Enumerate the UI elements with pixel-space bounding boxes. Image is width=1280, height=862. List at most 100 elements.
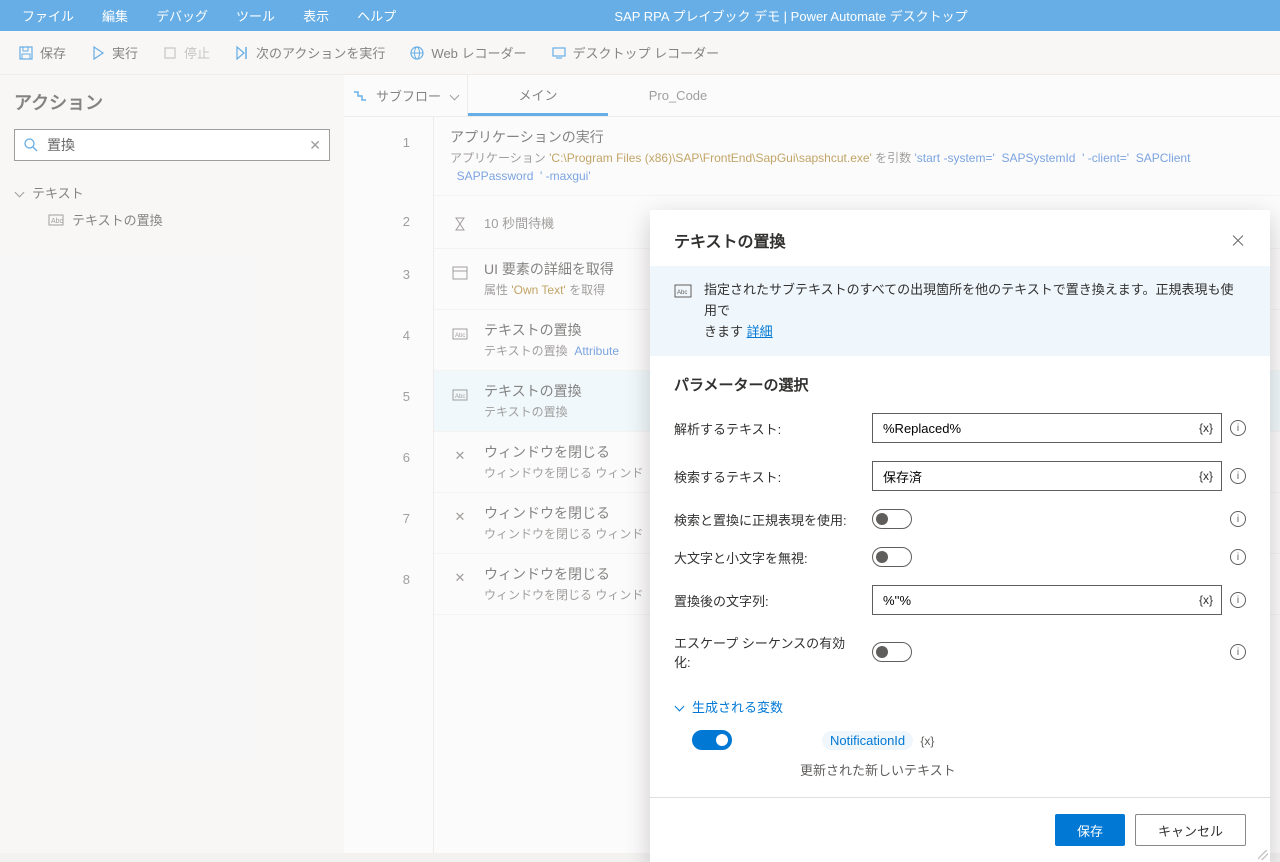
help-icon[interactable]: i bbox=[1230, 420, 1246, 436]
stop-icon bbox=[162, 45, 178, 61]
search-box[interactable]: ✕ bbox=[14, 129, 330, 161]
subflow-label: サブフロー bbox=[376, 86, 441, 105]
svg-text:Abc: Abc bbox=[51, 218, 64, 225]
dialog-cancel-button[interactable]: キャンセル bbox=[1135, 814, 1246, 846]
step-title: 10 秒間待機 bbox=[484, 213, 554, 232]
text-replace-icon: Abc bbox=[450, 385, 470, 405]
ignore-case-toggle[interactable] bbox=[872, 547, 912, 567]
run-label: 実行 bbox=[112, 43, 138, 62]
dialog-more-link[interactable]: 詳細 bbox=[747, 324, 773, 339]
escape-seq-label: エスケープ シーケンスの有効化: bbox=[674, 633, 860, 671]
web-recorder-button[interactable]: Web レコーダー bbox=[399, 35, 536, 71]
globe-icon bbox=[409, 45, 425, 61]
tab-procode[interactable]: Pro_Code bbox=[608, 75, 748, 116]
menu-tools[interactable]: ツール bbox=[222, 0, 289, 31]
variable-picker-icon[interactable]: {x} bbox=[1191, 593, 1221, 607]
help-icon[interactable]: i bbox=[1230, 468, 1246, 484]
window-title: SAP RPA プレイブック デモ | Power Automate デスクトッ… bbox=[410, 6, 1272, 25]
help-icon[interactable]: i bbox=[1230, 592, 1246, 608]
step-number: 7 bbox=[344, 493, 434, 526]
toolbar: 保存 実行 停止 次のアクションを実行 Web レコーダー デスクトップ レコー… bbox=[0, 31, 1280, 75]
svg-text:Abc: Abc bbox=[455, 394, 465, 400]
step-number: 1 bbox=[344, 117, 434, 150]
menu-help[interactable]: ヘルプ bbox=[343, 0, 410, 31]
chevron-down-icon bbox=[14, 188, 24, 198]
output-variable-name[interactable]: NotificationId bbox=[822, 731, 913, 750]
search-input[interactable] bbox=[47, 137, 301, 153]
text-replace-icon: Abc bbox=[450, 324, 470, 344]
close-icon: ✕ bbox=[450, 446, 470, 466]
menu-edit[interactable]: 編集 bbox=[88, 0, 142, 31]
step-number: 3 bbox=[344, 249, 434, 282]
step-number: 5 bbox=[344, 371, 434, 404]
replace-with-input[interactable] bbox=[873, 593, 1191, 608]
find-text-label: 検索するテキスト: bbox=[674, 467, 860, 486]
dialog-info-banner: Abc 指定されたサブテキストのすべての出現箇所を他のテキストで置き換えます。正… bbox=[650, 266, 1270, 356]
play-icon bbox=[90, 45, 106, 61]
variable-tag-icon: {x} bbox=[920, 734, 934, 748]
chevron-down-icon bbox=[674, 702, 684, 712]
stop-button[interactable]: 停止 bbox=[152, 35, 220, 71]
ignore-case-label: 大文字と小文字を無視: bbox=[674, 548, 860, 567]
step-title: ウィンドウを閉じる bbox=[484, 503, 643, 523]
menu-file[interactable]: ファイル bbox=[8, 0, 88, 31]
escape-seq-toggle[interactable] bbox=[872, 642, 912, 662]
replace-text-dialog: テキストの置換 Abc 指定されたサブテキストのすべての出現箇所を他のテキストで… bbox=[650, 210, 1270, 862]
close-icon: ✕ bbox=[450, 507, 470, 527]
actions-heading: アクション bbox=[14, 89, 330, 115]
web-recorder-label: Web レコーダー bbox=[431, 43, 526, 62]
step-title: UI 要素の詳細を取得 bbox=[484, 259, 614, 279]
resize-grip-icon[interactable] bbox=[1258, 850, 1268, 860]
step-title: テキストの置換 bbox=[484, 320, 619, 340]
step-description: ウィンドウを閉じる ウィンド bbox=[484, 586, 643, 604]
save-label: 保存 bbox=[40, 43, 66, 62]
menu-view[interactable]: 表示 bbox=[289, 0, 343, 31]
output-variable-toggle[interactable] bbox=[692, 730, 732, 750]
help-icon[interactable]: i bbox=[1230, 644, 1246, 660]
step-number: 2 bbox=[344, 196, 434, 229]
actions-panel: アクション ✕ テキスト Abc テキストの置換 bbox=[0, 75, 344, 853]
tab-main[interactable]: メイン bbox=[468, 75, 608, 116]
step-title: ウィンドウを閉じる bbox=[484, 442, 643, 462]
monitor-icon bbox=[551, 45, 567, 61]
close-icon: ✕ bbox=[450, 568, 470, 588]
tree-category-text[interactable]: テキスト bbox=[14, 179, 330, 206]
dialog-info-text: 指定されたサブテキストのすべての出現箇所を他のテキストで置き換えます。正規表現も… bbox=[704, 282, 1234, 318]
desktop-recorder-button[interactable]: デスクトップ レコーダー bbox=[541, 35, 730, 71]
find-text-input[interactable] bbox=[873, 469, 1191, 484]
step-description: テキストの置換 Attribute bbox=[484, 342, 619, 360]
step-number: 4 bbox=[344, 310, 434, 343]
desktop-recorder-label: デスクトップ レコーダー bbox=[573, 43, 720, 62]
step-row[interactable]: 1 アプリケーションの実行 アプリケーション 'C:\Program Files… bbox=[434, 117, 1280, 196]
generated-variables-header[interactable]: 生成される変数 bbox=[674, 697, 1246, 716]
stop-label: 停止 bbox=[184, 43, 210, 62]
help-icon[interactable]: i bbox=[1230, 511, 1246, 527]
step-description: 属性 'Own Text' を取得 bbox=[484, 281, 614, 299]
dialog-save-button[interactable]: 保存 bbox=[1055, 814, 1125, 846]
tab-bar: サブフロー メイン Pro_Code bbox=[344, 75, 1280, 117]
variable-picker-icon[interactable]: {x} bbox=[1191, 421, 1221, 435]
variable-picker-icon[interactable]: {x} bbox=[1191, 469, 1221, 483]
next-action-button[interactable]: 次のアクションを実行 bbox=[224, 35, 395, 71]
menu-debug[interactable]: デバッグ bbox=[142, 0, 222, 31]
parse-text-label: 解析するテキスト: bbox=[674, 419, 860, 438]
action-tree: テキスト Abc テキストの置換 bbox=[14, 179, 330, 233]
help-icon[interactable]: i bbox=[1230, 549, 1246, 565]
step-icon bbox=[234, 45, 250, 61]
save-icon bbox=[18, 45, 34, 61]
subflow-dropdown[interactable]: サブフロー bbox=[344, 75, 468, 116]
hourglass-icon bbox=[450, 214, 470, 234]
parse-text-input[interactable] bbox=[873, 421, 1191, 436]
search-icon bbox=[23, 137, 39, 153]
run-button[interactable]: 実行 bbox=[80, 35, 148, 71]
text-replace-icon: Abc bbox=[674, 282, 692, 300]
svg-text:Abc: Abc bbox=[455, 333, 465, 339]
step-number: 8 bbox=[344, 554, 434, 587]
dialog-close-button[interactable] bbox=[1230, 232, 1246, 248]
step-description: テキストの置換 bbox=[484, 403, 582, 421]
step-title: ウィンドウを閉じる bbox=[484, 564, 643, 584]
tree-item-replace-text[interactable]: Abc テキストの置換 bbox=[14, 206, 330, 233]
save-button[interactable]: 保存 bbox=[8, 35, 76, 71]
clear-search-icon[interactable]: ✕ bbox=[309, 137, 321, 154]
use-regex-toggle[interactable] bbox=[872, 509, 912, 529]
